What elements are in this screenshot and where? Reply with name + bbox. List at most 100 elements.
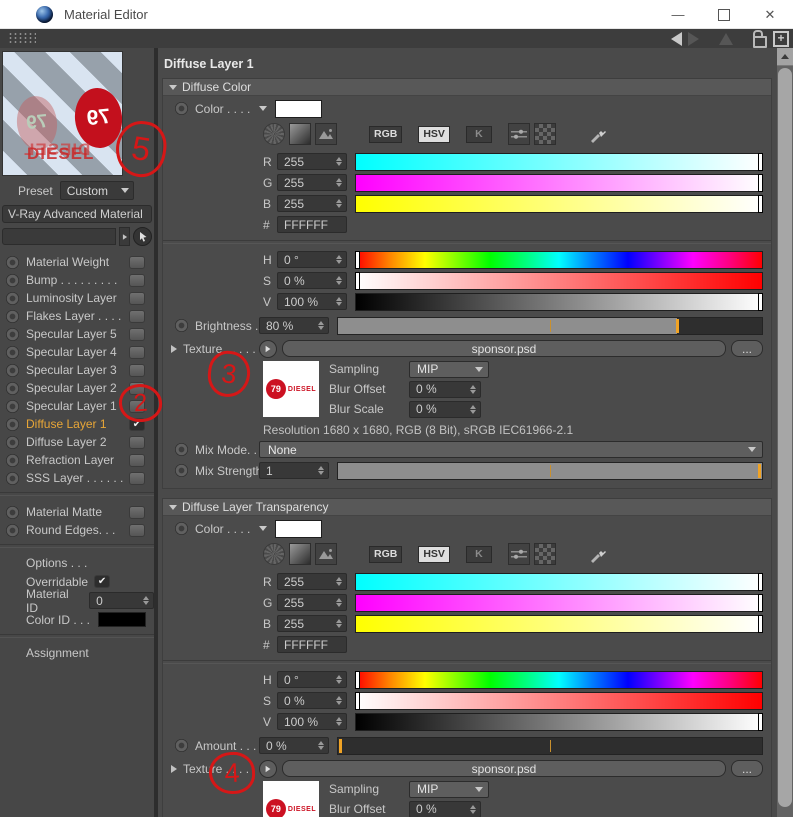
expand-right-icon[interactable] (171, 344, 177, 353)
channel-radio[interactable] (6, 381, 19, 395)
hex-input[interactable]: FFFFFF (277, 636, 347, 653)
preset-dropdown[interactable]: Custom (59, 181, 134, 200)
channel-checkbox[interactable] (129, 345, 145, 359)
eyedropper-icon[interactable] (588, 544, 608, 564)
rgb-mode-button[interactable]: RGB (369, 125, 403, 143)
scrollbar-thumb[interactable] (778, 68, 792, 807)
mix-strength-slider[interactable] (337, 461, 763, 480)
s-input[interactable]: 0 % (277, 692, 347, 709)
channel-specular-layer-1[interactable]: Specular Layer 1 (0, 397, 154, 415)
s-input[interactable]: 0 % (277, 272, 347, 289)
texture-popup-button[interactable] (259, 339, 277, 358)
channel-checkbox[interactable]: ✔ (129, 417, 145, 431)
slider-handle[interactable] (758, 463, 761, 478)
channel-specular-layer-5[interactable]: Specular Layer 5 (0, 325, 154, 343)
swatches-icon[interactable] (533, 543, 556, 565)
amount-input[interactable]: 0 % (259, 737, 329, 754)
shader-field[interactable] (2, 228, 116, 245)
blur-scale-input[interactable]: 0 % (409, 400, 481, 418)
b-slider[interactable] (355, 614, 763, 633)
channel-flakes-layer[interactable]: Flakes Layer . . . . (0, 307, 154, 325)
sampling-dropdown[interactable]: MIP (409, 360, 489, 378)
texture-thumbnail[interactable]: 79 DIESEL (263, 361, 319, 417)
amount-radio[interactable] (175, 739, 188, 752)
r-input[interactable]: 255 (277, 573, 347, 590)
r-slider[interactable] (355, 152, 763, 171)
slider-handle[interactable] (355, 250, 360, 269)
r-input[interactable]: 255 (277, 153, 347, 170)
r-slider[interactable] (355, 572, 763, 591)
b-slider[interactable] (355, 194, 763, 213)
texture-popup-button[interactable] (259, 759, 277, 778)
color-picture-icon[interactable] (315, 123, 337, 145)
slider-handle[interactable] (758, 173, 763, 192)
slider-handle[interactable] (339, 738, 342, 753)
channel-specular-layer-4[interactable]: Specular Layer 4 (0, 343, 154, 361)
v-input[interactable]: 100 % (277, 713, 347, 730)
slider-handle[interactable] (355, 691, 360, 710)
channel-checkbox[interactable] (129, 363, 145, 377)
color-radio[interactable] (175, 522, 188, 535)
blur-offset-input[interactable]: 0 % (409, 380, 481, 398)
h-input[interactable]: 0 ° (277, 251, 347, 268)
channel-diffuse-layer-1[interactable]: Diffuse Layer 1 ✔ (0, 415, 154, 433)
color-options-icon[interactable] (259, 526, 267, 531)
texture-file-button[interactable]: sponsor.psd (282, 760, 726, 777)
slider-handle[interactable] (758, 152, 763, 171)
parent-up-icon[interactable] (719, 32, 733, 45)
channel-checkbox[interactable] (129, 523, 145, 537)
v-slider[interactable] (355, 712, 763, 731)
texture-file-button[interactable]: sponsor.psd (282, 340, 726, 357)
color-radio[interactable] (175, 102, 188, 115)
slider-handle[interactable] (758, 712, 763, 731)
g-slider[interactable] (355, 593, 763, 612)
color-id-swatch[interactable] (98, 612, 147, 627)
mixer-sliders-icon[interactable] (507, 543, 530, 565)
channel-checkbox[interactable] (129, 505, 145, 519)
close-button[interactable]: ✕ (747, 0, 793, 29)
s-slider[interactable] (355, 691, 763, 710)
b-input[interactable]: 255 (277, 615, 347, 632)
b-input[interactable]: 255 (277, 195, 347, 212)
channel-specular-layer-2[interactable]: Specular Layer 2 (0, 379, 154, 397)
shader-popup-button[interactable] (119, 227, 130, 246)
material-id-input[interactable]: 0 (89, 592, 154, 609)
mix-strength-input[interactable]: 1 (259, 462, 329, 479)
color-options-icon[interactable] (259, 106, 267, 111)
channel-radio[interactable] (6, 327, 19, 341)
add-window-icon[interactable]: + (773, 30, 789, 47)
rgb-mode-button[interactable]: RGB (369, 545, 403, 563)
channel-radio[interactable] (6, 523, 19, 537)
color-wheel-icon[interactable] (263, 543, 285, 565)
channel-diffuse-layer-2[interactable]: Diffuse Layer 2 (0, 433, 154, 451)
hsv-mode-button[interactable]: HSV (418, 125, 450, 143)
color-spectrum-icon[interactable] (289, 543, 311, 565)
slider-handle[interactable] (758, 194, 763, 213)
diffuse-transparency-header[interactable]: Diffuse Layer Transparency (163, 499, 771, 516)
scrollbar[interactable] (777, 48, 793, 817)
slider-handle[interactable] (758, 572, 763, 591)
texture-browse-button[interactable]: ... (731, 760, 763, 777)
options-button[interactable]: Options . . . (0, 553, 154, 572)
channel-radio[interactable] (6, 399, 19, 413)
channel-material-matte[interactable]: Material Matte (0, 503, 154, 521)
blur-offset-input[interactable]: 0 % (409, 800, 481, 817)
brightness-radio[interactable] (175, 319, 188, 332)
g-input[interactable]: 255 (277, 594, 347, 611)
channel-checkbox[interactable] (129, 381, 145, 395)
channel-checkbox[interactable] (129, 399, 145, 413)
eyedropper-icon[interactable] (588, 124, 608, 144)
channel-checkbox[interactable] (129, 435, 145, 449)
channel-radio[interactable] (6, 291, 19, 305)
mix-mode-radio[interactable] (175, 443, 188, 456)
pick-shader-button[interactable] (133, 227, 152, 246)
color-wheel-icon[interactable] (263, 123, 285, 145)
channel-checkbox[interactable] (129, 453, 145, 467)
color-spectrum-icon[interactable] (289, 123, 311, 145)
h-input[interactable]: 0 ° (277, 671, 347, 688)
swatches-icon[interactable] (533, 123, 556, 145)
lock-icon[interactable] (753, 29, 767, 48)
hex-input[interactable]: FFFFFF (277, 216, 347, 233)
diffuse-color-header[interactable]: Diffuse Color (163, 79, 771, 96)
g-input[interactable]: 255 (277, 174, 347, 191)
